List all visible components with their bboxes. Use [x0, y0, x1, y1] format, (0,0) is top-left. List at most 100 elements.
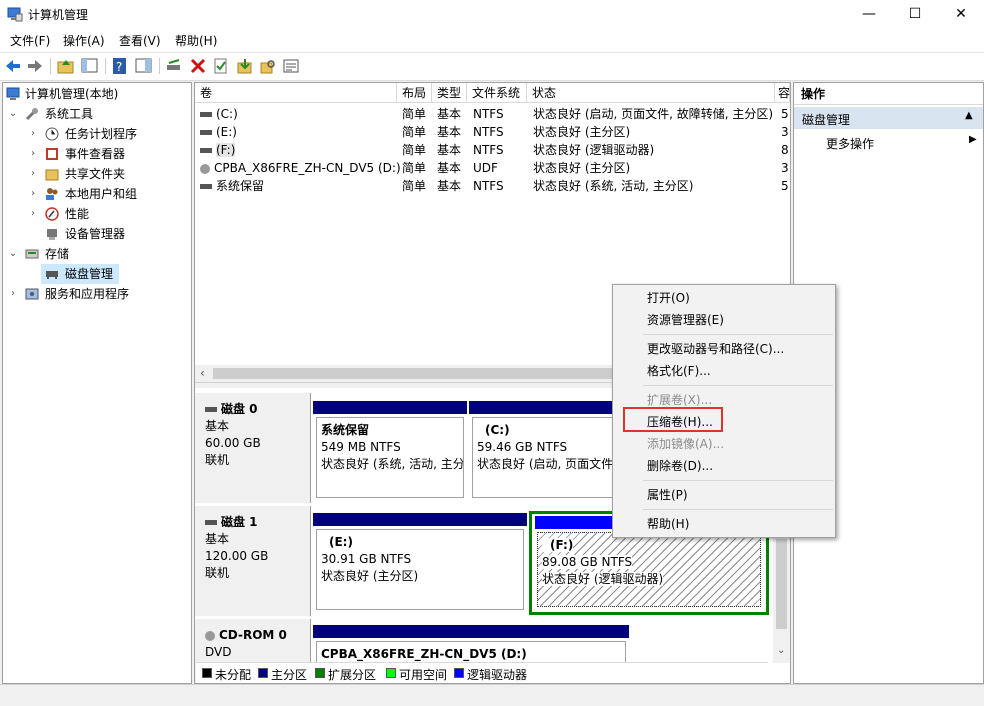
expand-icon[interactable]: › — [7, 284, 19, 304]
tree-item-event-viewer[interactable]: › 事件查看器 — [3, 144, 189, 164]
computer-management-icon — [7, 7, 23, 22]
submenu-arrow-icon: ▶ — [969, 134, 977, 145]
legend-swatch-free — [386, 668, 396, 678]
console-tree: 计算机管理(本地) ⌄ 系统工具 › 任务计划程序 › 事件查看器 › 共享文件… — [2, 82, 192, 684]
menu-properties[interactable]: 属性(P) — [647, 484, 688, 506]
legend-swatch-extended — [315, 668, 325, 678]
expand-icon[interactable]: › — [27, 124, 39, 144]
volume-row[interactable]: (F:) 简单 基本 NTFS 状态良好 (逻辑驱动器) 8 — [195, 141, 790, 159]
scroll-down-icon[interactable]: ⌄ — [777, 645, 785, 656]
disk-icon — [205, 520, 217, 525]
performance-icon — [45, 207, 59, 221]
menu-bar: 文件(F) 操作(A) 查看(V) 帮助(H) — [0, 28, 984, 53]
clock-icon — [45, 127, 59, 141]
scroll-left-icon[interactable]: ‹ — [200, 366, 205, 380]
tree-item-device-manager[interactable]: 设备管理器 — [3, 224, 189, 244]
volume-row[interactable]: CPBA_X86FRE_ZH-CN_DV5 (D:) 简单 基本 UDF 状态良好 … — [195, 159, 790, 177]
help-icon[interactable]: ? — [111, 57, 129, 75]
shared-folder-icon — [45, 169, 59, 181]
partition-system-reserved[interactable]: 系统保留 549 MB NTFS 状态良好 (系统, 活动, 主分区 — [313, 401, 467, 501]
menu-format[interactable]: 格式化(F)... — [647, 360, 711, 382]
tree-item-performance[interactable]: › 性能 — [3, 204, 189, 224]
column-header-filesystem[interactable]: 文件系统 — [467, 83, 527, 103]
tree-item-local-users-groups[interactable]: › 本地用户和组 — [3, 184, 189, 204]
tree-item-shared-folders[interactable]: › 共享文件夹 — [3, 164, 189, 184]
services-icon — [25, 288, 39, 300]
highlight-box — [623, 407, 723, 432]
tree-item-storage[interactable]: ⌄ 存储 — [3, 244, 189, 264]
column-header-capacity[interactable]: 容 — [775, 83, 790, 103]
checklist-icon[interactable] — [212, 57, 230, 75]
drive-icon — [200, 112, 212, 117]
menu-file[interactable]: 文件(F) — [10, 32, 50, 49]
status-bar — [0, 684, 984, 706]
tree-item-services-applications[interactable]: › 服务和应用程序 — [3, 284, 189, 304]
disk-0-label[interactable]: 磁盘 0 基本 60.00 GB 联机 — [195, 393, 311, 503]
drive-icon — [200, 148, 212, 153]
scrollbar-thumb[interactable] — [776, 539, 787, 629]
actions-header: 操作 — [794, 83, 983, 105]
volume-row[interactable]: 系统保留 简单 基本 NTFS 状态良好 (系统, 活动, 主分区) 5 — [195, 177, 790, 195]
menu-help[interactable]: 帮助(H) — [175, 32, 217, 49]
menu-explorer[interactable]: 资源管理器(E) — [647, 309, 724, 331]
close-button[interactable]: ✕ — [938, 0, 984, 28]
cd-icon — [200, 163, 210, 174]
show-hide-pane-icon[interactable] — [135, 57, 153, 75]
connect-drive-icon[interactable] — [165, 57, 183, 75]
cd-icon — [205, 630, 215, 641]
actions-section-disk-management[interactable]: 磁盘管理 ▲ — [794, 107, 983, 129]
up-folder-icon[interactable] — [57, 57, 75, 75]
expand-icon[interactable]: › — [27, 204, 39, 224]
delete-icon[interactable] — [189, 57, 207, 75]
drive-icon — [200, 130, 212, 135]
collapse-icon[interactable]: ⌄ — [7, 244, 19, 264]
tree-item-task-scheduler[interactable]: › 任务计划程序 — [3, 124, 189, 144]
tree-item-system-tools[interactable]: ⌄ 系统工具 — [3, 104, 189, 124]
disk-management-icon — [46, 271, 58, 279]
collapse-icon[interactable]: ⌄ — [7, 104, 19, 124]
maximize-button[interactable]: ☐ — [892, 0, 938, 28]
column-header-volume[interactable]: 卷 — [195, 83, 397, 103]
forward-arrow-icon[interactable] — [26, 57, 44, 75]
properties-icon[interactable] — [282, 57, 300, 75]
disk-1-label[interactable]: 磁盘 1 基本 120.00 GB 联机 — [195, 506, 311, 616]
disk-icon — [205, 407, 217, 412]
title-bar: 计算机管理 — ☐ ✕ — [0, 0, 984, 28]
drive-icon — [200, 184, 212, 189]
console-tree-icon[interactable] — [81, 57, 99, 75]
import-folder-icon[interactable] — [236, 57, 254, 75]
search-folder-icon[interactable] — [259, 57, 277, 75]
menu-view[interactable]: 查看(V) — [119, 32, 161, 49]
minimize-button[interactable]: — — [846, 0, 892, 28]
legend-swatch-logical — [454, 668, 464, 678]
storage-icon — [25, 249, 39, 259]
expand-icon[interactable]: › — [27, 144, 39, 164]
legend: 未分配 主分区 扩展分区 可用空间 逻辑驱动器 — [196, 662, 768, 683]
volume-row[interactable]: (C:) 简单 基本 NTFS 状态良好 (启动, 页面文件, 故障转储, 主分区)… — [195, 105, 790, 123]
actions-more[interactable]: 更多操作 ▶ — [794, 131, 983, 153]
tree-item-disk-management[interactable]: 磁盘管理 — [41, 264, 119, 284]
expand-icon[interactable]: › — [27, 184, 39, 204]
column-header-status[interactable]: 状态 — [527, 83, 775, 103]
menu-help-item[interactable]: 帮助(H) — [647, 513, 689, 535]
column-header-layout[interactable]: 布局 — [397, 83, 432, 103]
computer-icon — [6, 87, 20, 100]
menu-delete-volume[interactable]: 删除卷(D)... — [647, 455, 713, 477]
legend-swatch-primary — [258, 668, 268, 678]
collapse-up-icon[interactable]: ▲ — [965, 110, 973, 121]
users-icon — [46, 188, 58, 200]
back-arrow-icon[interactable] — [4, 57, 22, 75]
partition-e[interactable]: (E:) 30.91 GB NTFS 状态良好 (主分区) — [313, 513, 527, 613]
expand-icon[interactable]: › — [27, 164, 39, 184]
menu-open[interactable]: 打开(O) — [647, 287, 690, 309]
tree-item-computer-management[interactable]: 计算机管理(本地) — [3, 84, 189, 104]
device-manager-icon — [47, 229, 57, 240]
menu-change-drive-letter[interactable]: 更改驱动器号和路径(C)... — [647, 338, 784, 360]
menu-add-mirror: 添加镜像(A)... — [647, 437, 725, 451]
volume-row[interactable]: (E:) 简单 基本 NTFS 状态良好 (主分区) 3 — [195, 123, 790, 141]
legend-swatch-unallocated — [202, 668, 212, 678]
column-header-type[interactable]: 类型 — [432, 83, 467, 103]
tools-icon — [25, 108, 38, 121]
scrollbar-thumb[interactable] — [213, 368, 613, 379]
menu-action[interactable]: 操作(A) — [63, 32, 105, 49]
